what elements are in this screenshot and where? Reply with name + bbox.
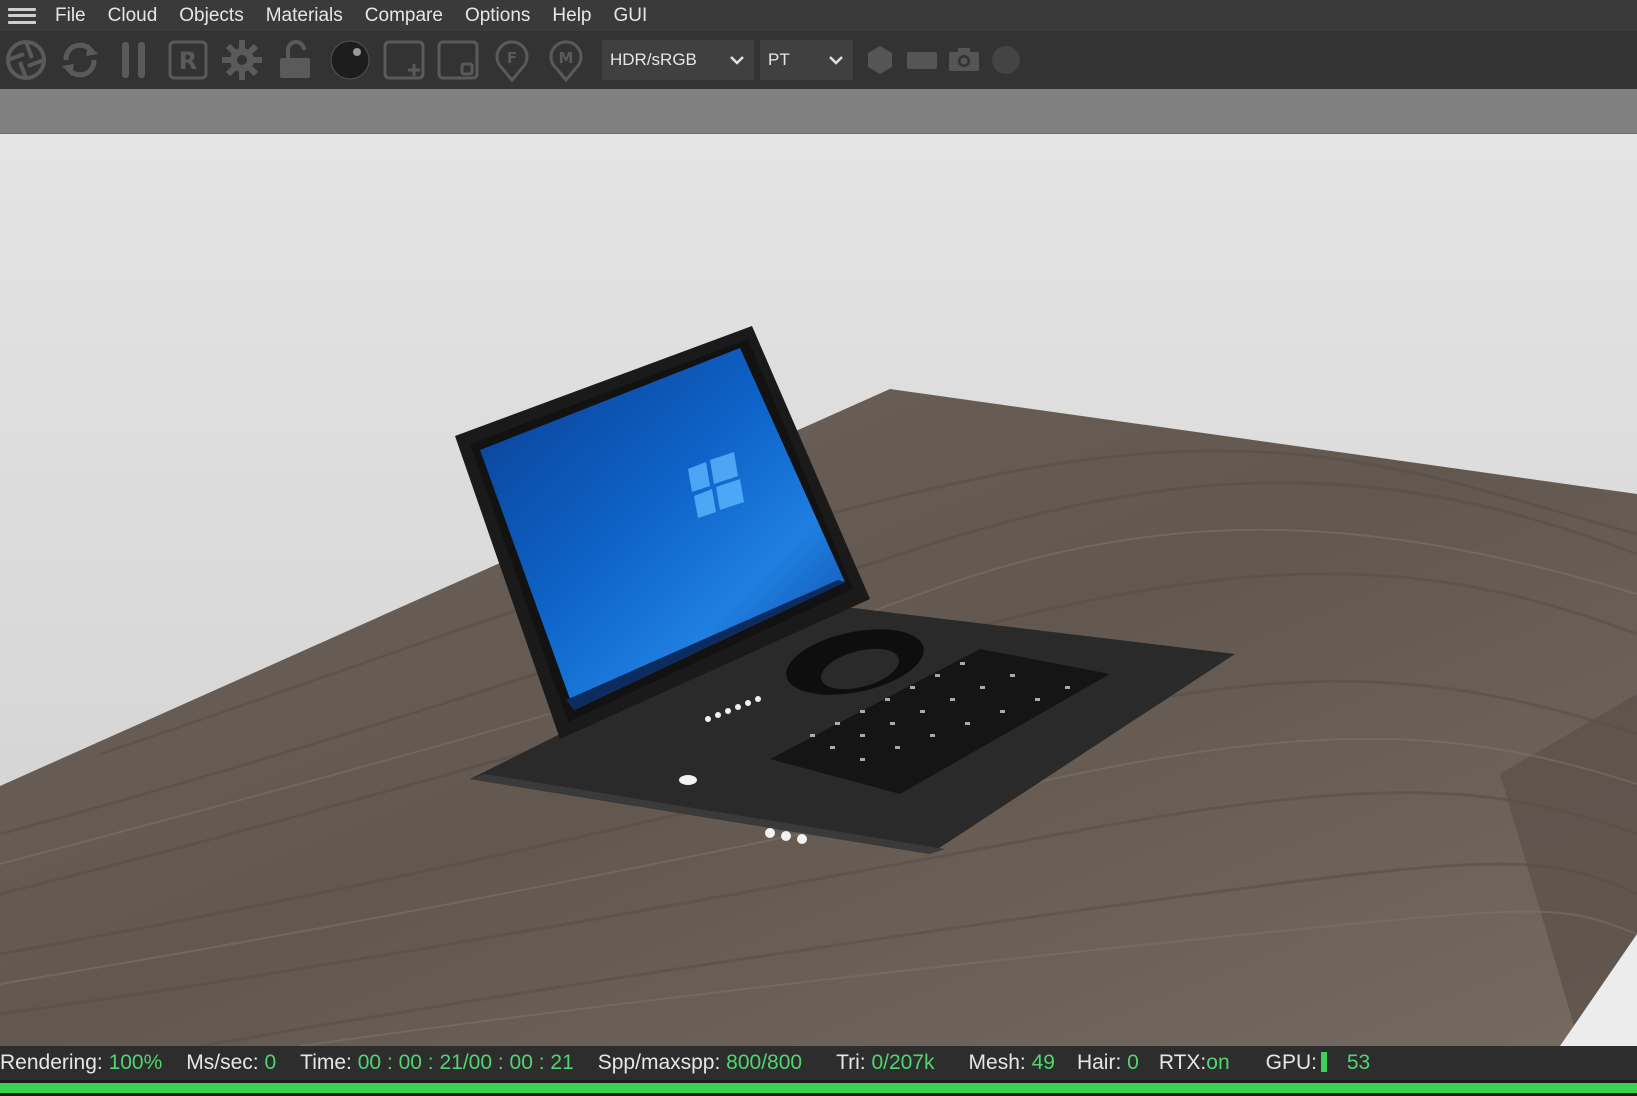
menu-options[interactable]: Options — [454, 5, 541, 27]
pause-icon[interactable] — [112, 38, 156, 82]
viewport-info-bar — [0, 89, 1637, 134]
svg-text:M: M — [559, 49, 574, 67]
region-icon[interactable] — [436, 38, 480, 82]
svg-text:F: F — [507, 49, 517, 67]
menu-materials[interactable]: Materials — [255, 5, 354, 27]
hamburger-menu-icon[interactable] — [8, 6, 36, 26]
status-rendering: Rendering: 100% — [0, 1051, 163, 1074]
refresh-icon[interactable] — [58, 38, 102, 82]
menu-compare[interactable]: Compare — [354, 5, 454, 27]
menu-cloud[interactable]: Cloud — [97, 5, 169, 27]
film-icon[interactable] — [905, 38, 939, 82]
status-spp: Spp/maxspp: 800/800 — [597, 1051, 803, 1074]
render-progress-fill — [0, 1083, 1637, 1093]
add-region-icon[interactable] — [382, 38, 426, 82]
kernel-select[interactable]: PT — [760, 40, 853, 80]
status-mesh: Mesh: 49 — [968, 1051, 1055, 1074]
chevron-down-icon — [829, 56, 843, 65]
menu-help[interactable]: Help — [541, 5, 602, 27]
menu-gui[interactable]: GUI — [603, 5, 659, 27]
status-time: Time: 00 : 00 : 21/00 : 00 : 21 — [300, 1051, 574, 1074]
status-rtx: RTX:on — [1158, 1051, 1230, 1074]
chevron-down-icon — [730, 56, 744, 65]
gpu-usage-bar — [1320, 1052, 1327, 1072]
hexagon-icon[interactable] — [863, 38, 897, 82]
menu-bar: File Cloud Objects Materials Compare Opt… — [0, 0, 1637, 31]
circle-icon[interactable] — [989, 38, 1023, 82]
status-mssec: Ms/sec: 0 — [186, 1051, 277, 1074]
colorspace-select[interactable]: HDR/sRGB — [602, 40, 754, 80]
status-gpu: GPU: 53 — [1265, 1051, 1371, 1074]
svg-text:R: R — [179, 47, 197, 75]
aperture-icon[interactable] — [4, 38, 48, 82]
laptop-render-image — [0, 134, 1637, 1046]
sphere-icon[interactable] — [328, 38, 372, 82]
menu-file[interactable]: File — [44, 5, 97, 27]
focus-pin-icon[interactable]: F — [490, 38, 534, 82]
status-hair: Hair: 0 — [1076, 1051, 1139, 1074]
camera-icon[interactable] — [947, 38, 981, 82]
status-tri: Tri: 0/207k — [836, 1051, 935, 1074]
material-pin-icon[interactable]: M — [544, 38, 588, 82]
toolbar: R F M HDR/sRGB PT — [0, 31, 1637, 89]
colorspace-value: HDR/sRGB — [610, 50, 697, 69]
gear-icon[interactable] — [220, 38, 264, 82]
render-progress-bar — [0, 1080, 1637, 1096]
render-viewport[interactable] — [0, 134, 1637, 1046]
menu-objects[interactable]: Objects — [168, 5, 254, 27]
render-r-icon[interactable]: R — [166, 38, 210, 82]
kernel-value: PT — [768, 50, 790, 69]
unlock-icon[interactable] — [274, 38, 318, 82]
status-bar: Rendering: 100% Ms/sec: 0 Time: 00 : 00 … — [0, 1046, 1637, 1080]
